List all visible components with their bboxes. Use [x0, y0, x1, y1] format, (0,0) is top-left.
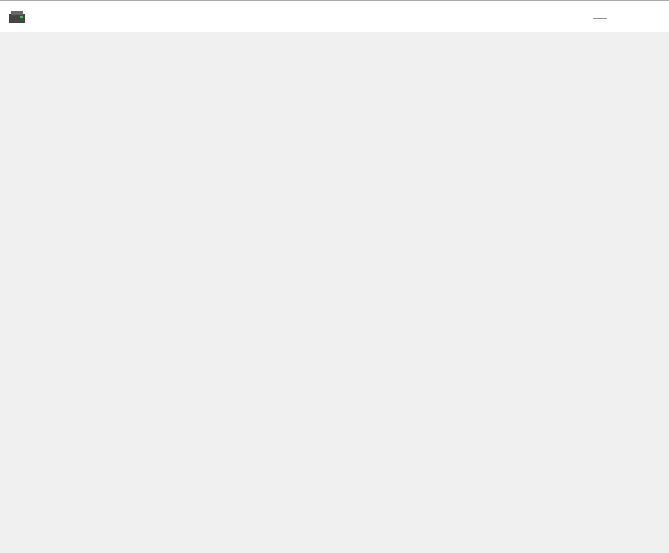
title-bar: — — [0, 0, 669, 32]
maximize-button-wrap — [577, 1, 623, 33]
disk-management-icon — [9, 11, 25, 23]
